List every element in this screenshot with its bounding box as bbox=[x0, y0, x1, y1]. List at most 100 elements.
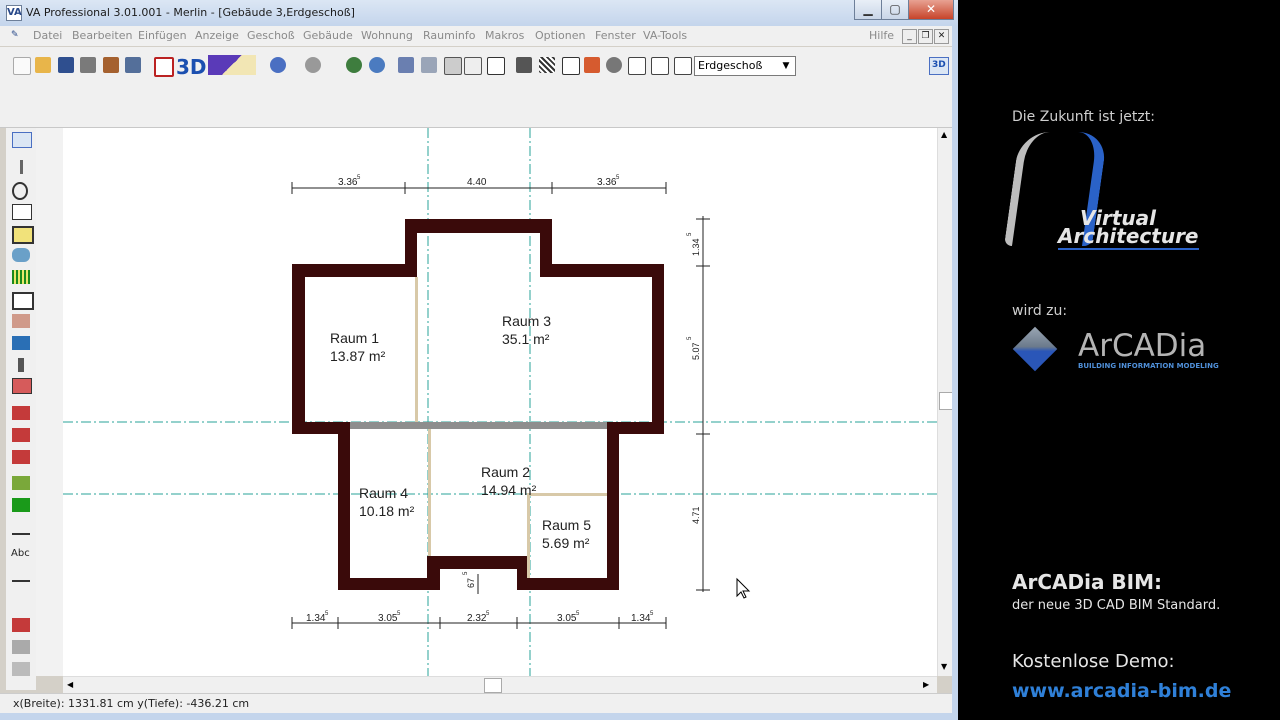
horizontal-scroll-thumb[interactable] bbox=[484, 678, 502, 693]
minimize-button[interactable]: ▁ bbox=[854, 0, 882, 20]
copy-tool-icon[interactable] bbox=[12, 640, 30, 654]
menu-makros[interactable]: Makros bbox=[485, 29, 524, 42]
wall-tool-icon[interactable] bbox=[12, 204, 32, 220]
kitchen-tool-icon[interactable] bbox=[12, 428, 30, 442]
zoom-window-icon[interactable] bbox=[369, 57, 385, 73]
print-preview-icon[interactable] bbox=[103, 57, 119, 73]
vertical-ruler bbox=[36, 128, 64, 676]
line-tool-icon[interactable] bbox=[20, 160, 23, 174]
dim-right-2-sup: 5 bbox=[687, 336, 693, 340]
pen-icon[interactable] bbox=[421, 57, 437, 73]
measure-icon[interactable] bbox=[516, 57, 532, 73]
scroll-right-icon[interactable]: ▶ bbox=[923, 680, 929, 689]
redo-icon[interactable] bbox=[305, 57, 321, 73]
menu-anzeige[interactable]: Anzeige bbox=[195, 29, 239, 42]
shade-icon[interactable] bbox=[606, 57, 622, 73]
furniture-tool-icon[interactable] bbox=[12, 406, 30, 420]
document-icon[interactable]: ✎ bbox=[11, 30, 27, 43]
app-icon[interactable]: VA bbox=[6, 5, 22, 21]
room-area-1: 13.87 m² bbox=[330, 348, 386, 364]
arc-tool-icon[interactable] bbox=[12, 182, 28, 200]
layers-icon[interactable] bbox=[464, 57, 482, 75]
plot-icon[interactable] bbox=[125, 57, 141, 73]
point-tool-icon[interactable] bbox=[18, 358, 24, 372]
room-area-3: 35.1 m² bbox=[502, 331, 550, 347]
promo-url-link[interactable]: www.arcadia-bim.de bbox=[1012, 680, 1231, 702]
text-icon[interactable] bbox=[628, 57, 646, 75]
promo-becomes: wird zu: bbox=[1012, 303, 1068, 319]
menu-rauminfo[interactable]: Rauminfo bbox=[423, 29, 475, 42]
text-tool-icon[interactable]: Abc bbox=[11, 548, 30, 559]
menu-einfuegen[interactable]: Einfügen bbox=[138, 29, 187, 42]
dimension-icon[interactable] bbox=[651, 57, 669, 75]
snap-icon[interactable] bbox=[398, 57, 414, 73]
zoom-in-icon[interactable] bbox=[346, 57, 362, 73]
new-file-icon[interactable] bbox=[13, 57, 31, 75]
menu-geschoss[interactable]: Geschoß bbox=[247, 29, 295, 42]
print-icon[interactable] bbox=[80, 57, 96, 73]
menu-wohnung[interactable]: Wohnung bbox=[361, 29, 413, 42]
vertical-scrollbar[interactable]: ▲ ▼ bbox=[937, 128, 953, 676]
menu-datei[interactable]: Datei bbox=[33, 29, 62, 42]
view-3d-label: 3D bbox=[176, 55, 207, 79]
menu-optionen[interactable]: Optionen bbox=[535, 29, 585, 42]
mdi-minimize-button[interactable]: _ bbox=[902, 29, 917, 44]
drawing-canvas[interactable]: 3.36 5 4.40 3.36 5 1.34 5 3.05 5 2.32 5 … bbox=[63, 128, 937, 676]
dim-bottom-1-sup: 5 bbox=[325, 611, 329, 617]
undo-icon[interactable] bbox=[270, 57, 286, 73]
close-button[interactable]: ✕ bbox=[908, 0, 954, 20]
menu-gebaeude[interactable]: Gebäude bbox=[303, 29, 353, 42]
column-tool-icon[interactable] bbox=[12, 314, 30, 328]
save-icon[interactable] bbox=[58, 57, 74, 73]
menu-bearbeiten[interactable]: Bearbeiten bbox=[72, 29, 132, 42]
mdi-close-button[interactable]: ✕ bbox=[934, 29, 949, 44]
interior-wall bbox=[527, 493, 607, 496]
dimension-tool-icon[interactable] bbox=[12, 580, 30, 582]
terrain-tool-icon[interactable] bbox=[12, 476, 30, 490]
menu-va-tools[interactable]: VA-Tools bbox=[643, 29, 687, 42]
scroll-down-icon[interactable]: ▼ bbox=[941, 662, 947, 671]
mirror-tool-icon[interactable] bbox=[12, 618, 30, 632]
bath-tool-icon[interactable] bbox=[12, 450, 30, 464]
room-name-1: Raum 1 bbox=[330, 330, 379, 346]
interior-wall bbox=[527, 493, 530, 578]
select-arrow-icon[interactable] bbox=[12, 132, 32, 148]
polyline-tool-icon[interactable] bbox=[12, 533, 30, 535]
window-title: VA Professional 3.01.001 - Merlin - [Geb… bbox=[26, 6, 355, 19]
window-tool-icon[interactable] bbox=[12, 292, 34, 310]
stairs-tool-icon[interactable] bbox=[12, 270, 30, 284]
floorplan-icon[interactable] bbox=[154, 57, 174, 77]
open-folder-icon[interactable] bbox=[35, 57, 51, 73]
edit-tool-icon[interactable] bbox=[12, 662, 30, 676]
section-icon[interactable] bbox=[562, 57, 580, 75]
menu-hilfe[interactable]: Hilfe bbox=[869, 29, 894, 42]
fill-color-icon[interactable] bbox=[584, 57, 600, 73]
vertical-scroll-thumb[interactable] bbox=[939, 392, 953, 410]
dim-bottom-3-sup: 5 bbox=[486, 611, 490, 617]
view-3d-button[interactable]: 3D bbox=[176, 53, 258, 79]
scroll-left-icon[interactable]: ◀ bbox=[67, 680, 73, 689]
roof-tool-icon[interactable] bbox=[12, 336, 30, 350]
grid-icon[interactable] bbox=[444, 57, 462, 75]
door-tool-icon[interactable] bbox=[12, 226, 34, 244]
wall bbox=[338, 422, 350, 590]
room-area-2: 14.94 m² bbox=[481, 482, 537, 498]
horizontal-scrollbar[interactable]: ◀ ▶ bbox=[63, 676, 937, 694]
room-name-4: Raum 4 bbox=[359, 485, 408, 501]
view-3d-small-button[interactable]: 3D bbox=[929, 57, 949, 75]
hatch-icon[interactable] bbox=[539, 57, 555, 73]
mdi-restore-button[interactable]: ❐ bbox=[918, 29, 933, 44]
virtual-architecture-logo: Virtual Architecture bbox=[1003, 132, 1252, 252]
fence-tool-icon[interactable] bbox=[12, 498, 30, 512]
scroll-up-icon[interactable]: ▲ bbox=[941, 130, 947, 139]
maximize-button[interactable]: ▢ bbox=[881, 0, 909, 20]
room-name-2: Raum 2 bbox=[481, 464, 530, 480]
floor-select[interactable]: Erdgeschoß ▼ bbox=[694, 56, 796, 76]
room-tool-icon[interactable] bbox=[12, 248, 30, 262]
menu-fenster[interactable]: Fenster bbox=[595, 29, 636, 42]
title-bar[interactable]: VA VA Professional 3.01.001 - Merlin - [… bbox=[0, 0, 958, 27]
dxf-icon[interactable] bbox=[487, 57, 505, 75]
pointer-pen-icon[interactable] bbox=[674, 57, 692, 75]
object-tool-icon[interactable] bbox=[12, 378, 32, 394]
arcadia-tagline: BUILDING INFORMATION MODELING bbox=[1078, 362, 1219, 370]
